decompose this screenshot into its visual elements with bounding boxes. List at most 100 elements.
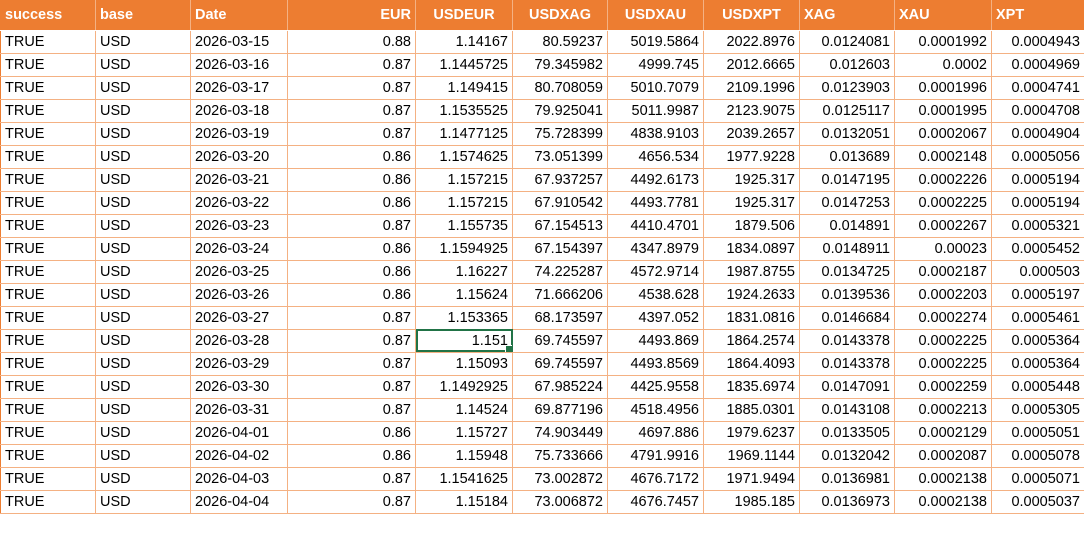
cell-date[interactable]: 2026-03-16 <box>190 53 288 77</box>
cell-eur[interactable]: 0.87 <box>287 53 416 77</box>
cell-usdeur[interactable]: 1.155735 <box>415 214 513 238</box>
cell-usdxag[interactable]: 68.173597 <box>512 306 608 330</box>
cell-usdxau[interactable]: 4492.6173 <box>607 168 704 192</box>
cell-xpt[interactable]: 0.0005194 <box>991 191 1084 215</box>
cell-eur[interactable]: 0.87 <box>287 306 416 330</box>
cell-usdxau[interactable]: 4676.7457 <box>607 490 704 514</box>
cell-xag[interactable]: 0.0148911 <box>799 237 895 261</box>
cell-date[interactable]: 2026-03-18 <box>190 99 288 123</box>
cell-usdxau[interactable]: 4397.052 <box>607 306 704 330</box>
cell-base[interactable]: USD <box>95 444 191 468</box>
cell-base[interactable]: USD <box>95 53 191 77</box>
cell-usdxpt[interactable]: 1864.4093 <box>703 352 800 376</box>
cell-success[interactable]: TRUE <box>0 283 96 307</box>
column-header-usdxpt[interactable]: USDXPT <box>703 0 800 31</box>
cell-base[interactable]: USD <box>95 306 191 330</box>
cell-xag[interactable]: 0.0143108 <box>799 398 895 422</box>
cell-xau[interactable]: 0.0002148 <box>894 145 992 169</box>
cell-date[interactable]: 2026-03-28 <box>190 329 288 353</box>
cell-usdxag[interactable]: 73.051399 <box>512 145 608 169</box>
cell-usdxau[interactable]: 4572.9714 <box>607 260 704 284</box>
cell-usdxpt[interactable]: 1969.1144 <box>703 444 800 468</box>
cell-base[interactable]: USD <box>95 329 191 353</box>
cell-usdxpt[interactable]: 2123.9075 <box>703 99 800 123</box>
cell-base[interactable]: USD <box>95 490 191 514</box>
cell-success[interactable]: TRUE <box>0 122 96 146</box>
cell-usdxag[interactable]: 67.937257 <box>512 168 608 192</box>
cell-usdxau[interactable]: 5010.7079 <box>607 76 704 100</box>
cell-date[interactable]: 2026-03-21 <box>190 168 288 192</box>
cell-success[interactable]: TRUE <box>0 490 96 514</box>
cell-eur[interactable]: 0.87 <box>287 99 416 123</box>
cell-usdeur[interactable]: 1.1574625 <box>415 145 513 169</box>
cell-usdxpt[interactable]: 1977.9228 <box>703 145 800 169</box>
cell-date[interactable]: 2026-03-31 <box>190 398 288 422</box>
cell-usdxau[interactable]: 4791.9916 <box>607 444 704 468</box>
cell-usdxpt[interactable]: 1925.317 <box>703 168 800 192</box>
column-header-usdxag[interactable]: USDXAG <box>512 0 608 31</box>
cell-usdxag[interactable]: 74.225287 <box>512 260 608 284</box>
cell-xpt[interactable]: 0.0005305 <box>991 398 1084 422</box>
column-header-eur[interactable]: EUR <box>287 0 416 31</box>
cell-usdxpt[interactable]: 1924.2633 <box>703 283 800 307</box>
cell-xpt[interactable]: 0.0005461 <box>991 306 1084 330</box>
cell-usdxpt[interactable]: 1971.9494 <box>703 467 800 491</box>
cell-xpt[interactable]: 0.0005056 <box>991 145 1084 169</box>
cell-date[interactable]: 2026-03-25 <box>190 260 288 284</box>
cell-date[interactable]: 2026-03-20 <box>190 145 288 169</box>
cell-xau[interactable]: 0.0002225 <box>894 352 992 376</box>
cell-usdeur[interactable]: 1.1492925 <box>415 375 513 399</box>
cell-eur[interactable]: 0.86 <box>287 283 416 307</box>
cell-usdxau[interactable]: 5011.9987 <box>607 99 704 123</box>
cell-xag[interactable]: 0.0146684 <box>799 306 895 330</box>
cell-eur[interactable]: 0.87 <box>287 329 416 353</box>
cell-xpt[interactable]: 0.0004943 <box>991 30 1084 54</box>
cell-usdxag[interactable]: 79.345982 <box>512 53 608 77</box>
cell-success[interactable]: TRUE <box>0 329 96 353</box>
column-header-xpt[interactable]: XPT <box>991 0 1084 31</box>
cell-xau[interactable]: 0.0002138 <box>894 467 992 491</box>
cell-xpt[interactable]: 0.0004741 <box>991 76 1084 100</box>
cell-usdxau[interactable]: 4999.745 <box>607 53 704 77</box>
cell-date[interactable]: 2026-04-02 <box>190 444 288 468</box>
cell-eur[interactable]: 0.87 <box>287 375 416 399</box>
cell-success[interactable]: TRUE <box>0 421 96 445</box>
cell-xag[interactable]: 0.0139536 <box>799 283 895 307</box>
selected-cell[interactable]: 1.151 <box>415 329 513 353</box>
cell-date[interactable]: 2026-03-27 <box>190 306 288 330</box>
cell-xpt[interactable]: 0.0005452 <box>991 237 1084 261</box>
cell-base[interactable]: USD <box>95 375 191 399</box>
cell-eur[interactable]: 0.86 <box>287 260 416 284</box>
cell-usdxpt[interactable]: 1885.0301 <box>703 398 800 422</box>
cell-base[interactable]: USD <box>95 168 191 192</box>
cell-base[interactable]: USD <box>95 99 191 123</box>
cell-usdxag[interactable]: 79.925041 <box>512 99 608 123</box>
cell-usdeur[interactable]: 1.15624 <box>415 283 513 307</box>
cell-usdxag[interactable]: 75.728399 <box>512 122 608 146</box>
cell-eur[interactable]: 0.86 <box>287 191 416 215</box>
cell-success[interactable]: TRUE <box>0 444 96 468</box>
cell-eur[interactable]: 0.86 <box>287 444 416 468</box>
cell-xpt[interactable]: 0.0005078 <box>991 444 1084 468</box>
cell-success[interactable]: TRUE <box>0 214 96 238</box>
spreadsheet-grid[interactable]: success base Date EUR USDEUR USDXAG USDX… <box>0 0 1084 538</box>
cell-eur[interactable]: 0.87 <box>287 352 416 376</box>
cell-xag[interactable]: 0.0123903 <box>799 76 895 100</box>
cell-base[interactable]: USD <box>95 237 191 261</box>
cell-usdxpt[interactable]: 2109.1996 <box>703 76 800 100</box>
cell-xpt[interactable]: 0.0005448 <box>991 375 1084 399</box>
cell-usdeur[interactable]: 1.1594925 <box>415 237 513 261</box>
cell-usdxag[interactable]: 67.985224 <box>512 375 608 399</box>
cell-xpt[interactable]: 0.0005037 <box>991 490 1084 514</box>
cell-date[interactable]: 2026-03-22 <box>190 191 288 215</box>
cell-xpt[interactable]: 0.0004708 <box>991 99 1084 123</box>
cell-xpt[interactable]: 0.0005321 <box>991 214 1084 238</box>
cell-usdxag[interactable]: 69.745597 <box>512 352 608 376</box>
cell-usdeur[interactable]: 1.1541625 <box>415 467 513 491</box>
cell-xpt[interactable]: 0.0005197 <box>991 283 1084 307</box>
cell-usdxau[interactable]: 4538.628 <box>607 283 704 307</box>
cell-date[interactable]: 2026-03-26 <box>190 283 288 307</box>
cell-xau[interactable]: 0.0002067 <box>894 122 992 146</box>
cell-usdxag[interactable]: 74.903449 <box>512 421 608 445</box>
cell-date[interactable]: 2026-03-23 <box>190 214 288 238</box>
